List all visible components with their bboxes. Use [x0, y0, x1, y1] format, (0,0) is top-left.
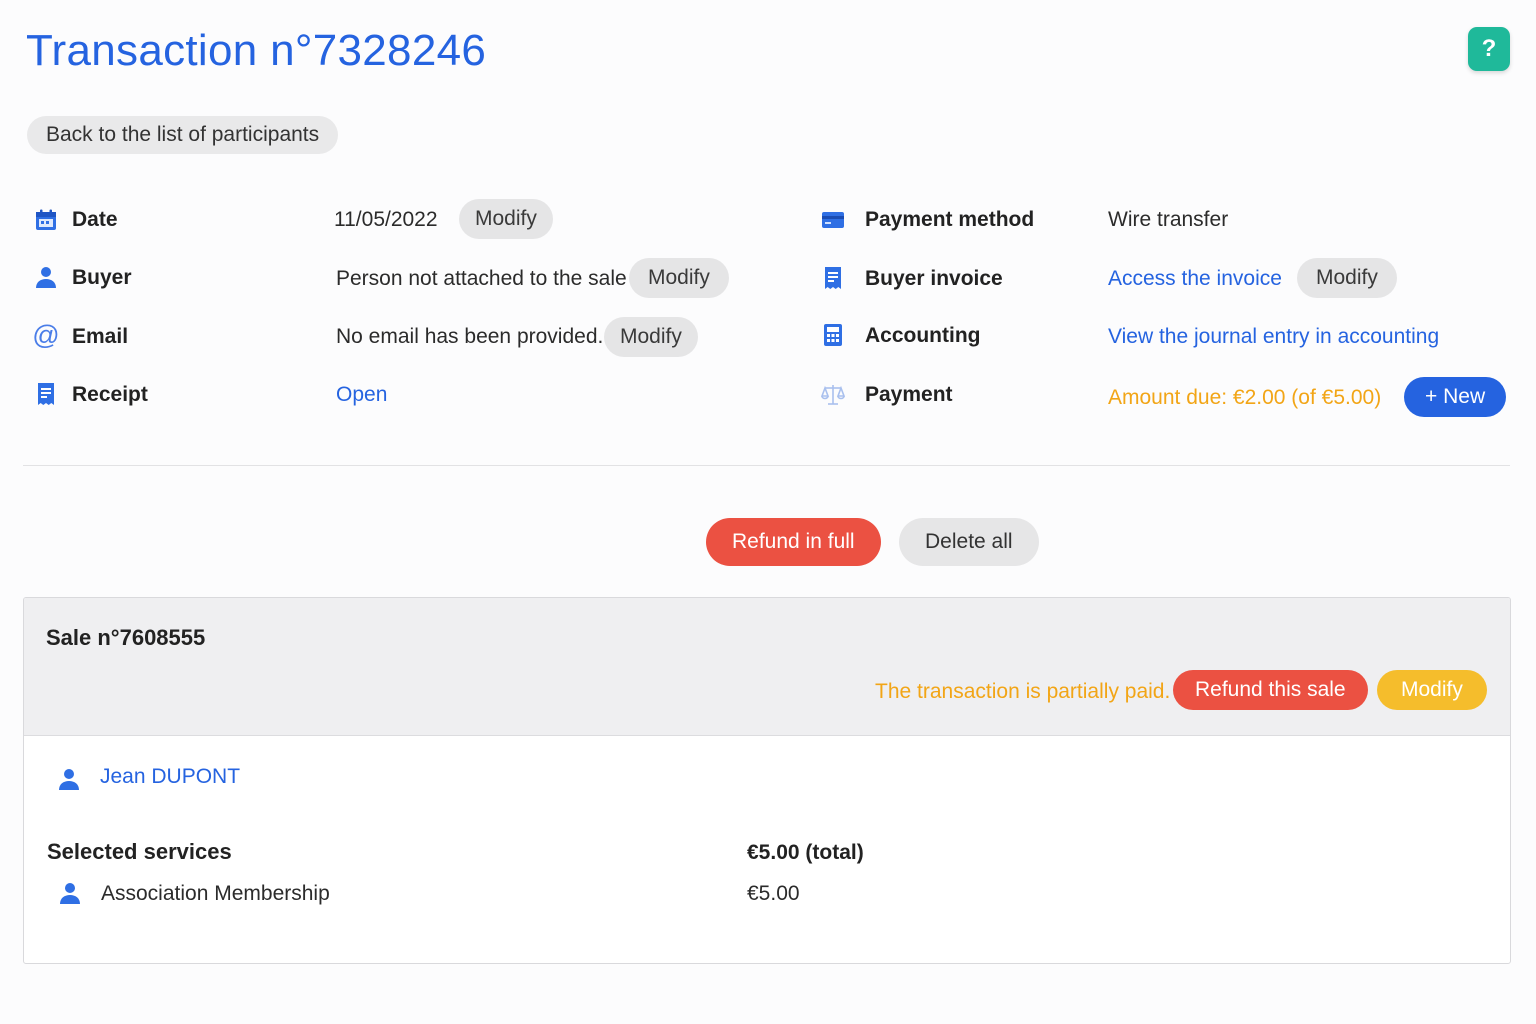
access-invoice-link[interactable]: Access the invoice [1108, 267, 1282, 291]
modify-buyer-button[interactable]: Modify [629, 258, 729, 298]
balance-scale-icon [820, 382, 846, 408]
sale-title: Sale n°7608555 [46, 625, 206, 650]
sale-card: Sale n°7608555 The transaction is partia… [23, 597, 1511, 964]
amount-due-status: Amount due: €2.00 (of €5.00) [1108, 386, 1382, 409]
selected-services-header: Selected services [47, 839, 232, 864]
credit-card-icon [820, 207, 846, 233]
refund-in-full-button[interactable]: Refund in full [706, 518, 881, 566]
help-button[interactable]: ? [1468, 27, 1510, 71]
service-price: €5.00 [747, 882, 800, 905]
user-icon [33, 264, 59, 290]
page-title: Transaction n°7328246 [26, 26, 487, 75]
help-icon: ? [1481, 35, 1497, 62]
payment-label: Payment [865, 383, 953, 406]
email-label: Email [72, 325, 129, 348]
modify-email-button[interactable]: Modify [604, 317, 698, 357]
services-total: €5.00 (total) [747, 841, 864, 864]
at-sign-icon: @ [32, 319, 60, 350]
service-name: Association Membership [101, 882, 330, 905]
calendar-icon [33, 207, 59, 233]
receipt-icon [33, 381, 59, 407]
email-value: No email has been provided. [336, 325, 604, 348]
buyer-label: Buyer [72, 266, 132, 289]
invoice-icon [820, 265, 846, 291]
section-divider [23, 465, 1510, 466]
sale-status: The transaction is partially paid. [875, 680, 1171, 703]
service-user-icon [57, 880, 83, 906]
participant-link[interactable]: Jean DUPONT [100, 765, 240, 789]
refund-sale-button[interactable]: Refund this sale [1173, 670, 1368, 710]
open-receipt-link[interactable]: Open [336, 383, 387, 407]
payment-method-label: Payment method [865, 208, 1035, 231]
participant-user-icon [56, 766, 82, 792]
modify-invoice-button[interactable]: Modify [1297, 258, 1397, 298]
accounting-label: Accounting [865, 324, 981, 347]
payment-method-value: Wire transfer [1108, 208, 1229, 231]
modify-sale-button[interactable]: Modify [1377, 670, 1487, 710]
new-payment-button[interactable]: + New [1404, 377, 1507, 417]
delete-all-button[interactable]: Delete all [899, 518, 1039, 566]
date-label: Date [72, 208, 118, 231]
view-journal-entry-link[interactable]: View the journal entry in accounting [1108, 325, 1439, 349]
date-value: 11/05/2022 [334, 208, 438, 231]
back-to-participants-button[interactable]: Back to the list of participants [27, 116, 339, 154]
buyer-value: Person not attached to the sale [336, 267, 627, 290]
buyer-invoice-label: Buyer invoice [865, 267, 1003, 290]
receipt-label: Receipt [72, 383, 148, 406]
sale-card-header: Sale n°7608555 The transaction is partia… [24, 598, 1510, 736]
calculator-icon [820, 322, 846, 348]
modify-date-button[interactable]: Modify [459, 199, 553, 239]
